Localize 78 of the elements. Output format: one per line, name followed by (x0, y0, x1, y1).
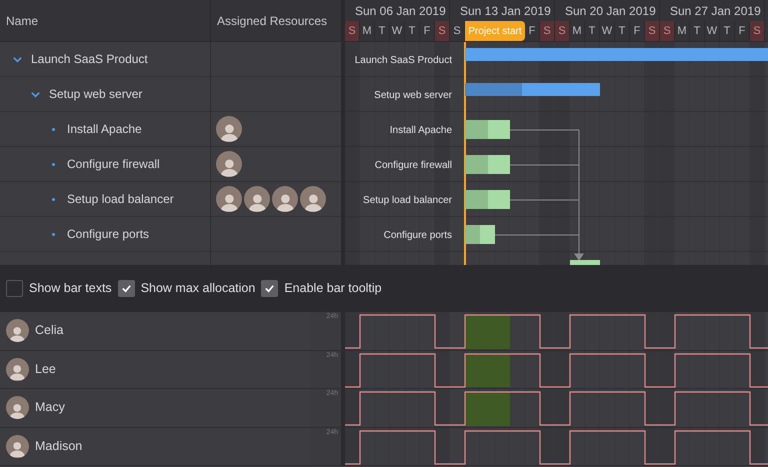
bar-label: Configure firewall (374, 159, 452, 173)
task-name[interactable]: Install Apache (67, 120, 142, 138)
day-header: T (405, 21, 420, 41)
column-header[interactable]: Name (0, 0, 211, 41)
option-label[interactable]: Enable bar tooltip (284, 279, 382, 298)
day-header: W (390, 21, 405, 41)
avatar (6, 319, 29, 342)
avatar (244, 186, 270, 212)
day-header: W (600, 21, 615, 41)
task-bar[interactable] (465, 155, 510, 174)
checkbox[interactable] (261, 280, 278, 297)
bar-label: Install Apache (390, 124, 452, 138)
weekend-column (435, 389, 450, 426)
checkbox[interactable] (6, 280, 23, 297)
weekend-column (345, 350, 360, 388)
day-header: M (360, 21, 375, 41)
summary-bar[interactable] (465, 83, 600, 96)
avatar (300, 186, 326, 212)
avatar (6, 434, 29, 458)
task-bar[interactable] (465, 120, 510, 139)
task-bar[interactable] (465, 225, 495, 244)
day-header: S (345, 21, 360, 41)
avatar (6, 358, 29, 381)
bullet-icon (52, 162, 55, 166)
day-header: T (720, 21, 735, 41)
day-header: S (540, 21, 555, 41)
check-icon (264, 283, 276, 294)
bullet-icon (52, 198, 55, 200)
weekend-column (645, 389, 660, 426)
day-header: S (750, 21, 765, 41)
option-label[interactable]: Show max allocation (140, 279, 256, 298)
avatar (216, 116, 242, 142)
day-header: S (645, 21, 660, 41)
checkbox[interactable] (118, 280, 135, 297)
bar-label: Setup web server (374, 89, 452, 103)
day-header: S (555, 21, 570, 41)
day-header: T (690, 21, 705, 41)
bar-label: Launch SaaS Product (354, 54, 452, 68)
avatar (216, 186, 242, 212)
bar-label: Configure ports (384, 229, 452, 243)
resource-name: Madison (35, 438, 82, 455)
day-header: T (375, 21, 390, 41)
day-header: W (705, 21, 720, 41)
weekend-column (660, 389, 675, 426)
day-header: T (585, 21, 600, 41)
column-header[interactable]: Assigned Resources (211, 0, 341, 41)
day-header: T (615, 21, 630, 41)
allocation-fill (465, 354, 510, 387)
resource-name: Macy (35, 399, 65, 416)
weekend-column (540, 389, 555, 426)
weekend-column (555, 350, 570, 388)
task-name[interactable]: Setup load balancer (67, 190, 174, 208)
day-header: S (660, 21, 675, 41)
option-label[interactable]: Show bar texts (29, 279, 112, 298)
weekend-column (660, 350, 675, 388)
bullet-icon (52, 128, 55, 130)
day-header: S (435, 21, 450, 41)
resource-name: Lee (35, 360, 56, 378)
task-name[interactable]: Launch SaaS Product (31, 50, 148, 68)
bullet-icon (52, 232, 55, 236)
avatar (272, 186, 298, 212)
day-header: M (675, 21, 690, 41)
task-name[interactable]: Configure firewall (67, 155, 160, 173)
allocation-fill (465, 392, 510, 426)
avatar (6, 396, 29, 420)
weekend-column (345, 389, 360, 426)
task-name[interactable]: Setup web server (49, 85, 142, 103)
check-icon (120, 283, 132, 294)
day-header: M (570, 21, 585, 41)
weekend-column (555, 389, 570, 426)
resource-name: Celia (35, 322, 64, 340)
task-bar[interactable] (465, 190, 510, 209)
allocation-fill (465, 315, 510, 348)
task-name[interactable]: Configure ports (67, 225, 150, 243)
project-start-marker: Project start (465, 21, 525, 41)
bar-label: Setup load balancer (363, 194, 452, 208)
weekend-column (750, 389, 765, 426)
avatar (216, 151, 242, 177)
